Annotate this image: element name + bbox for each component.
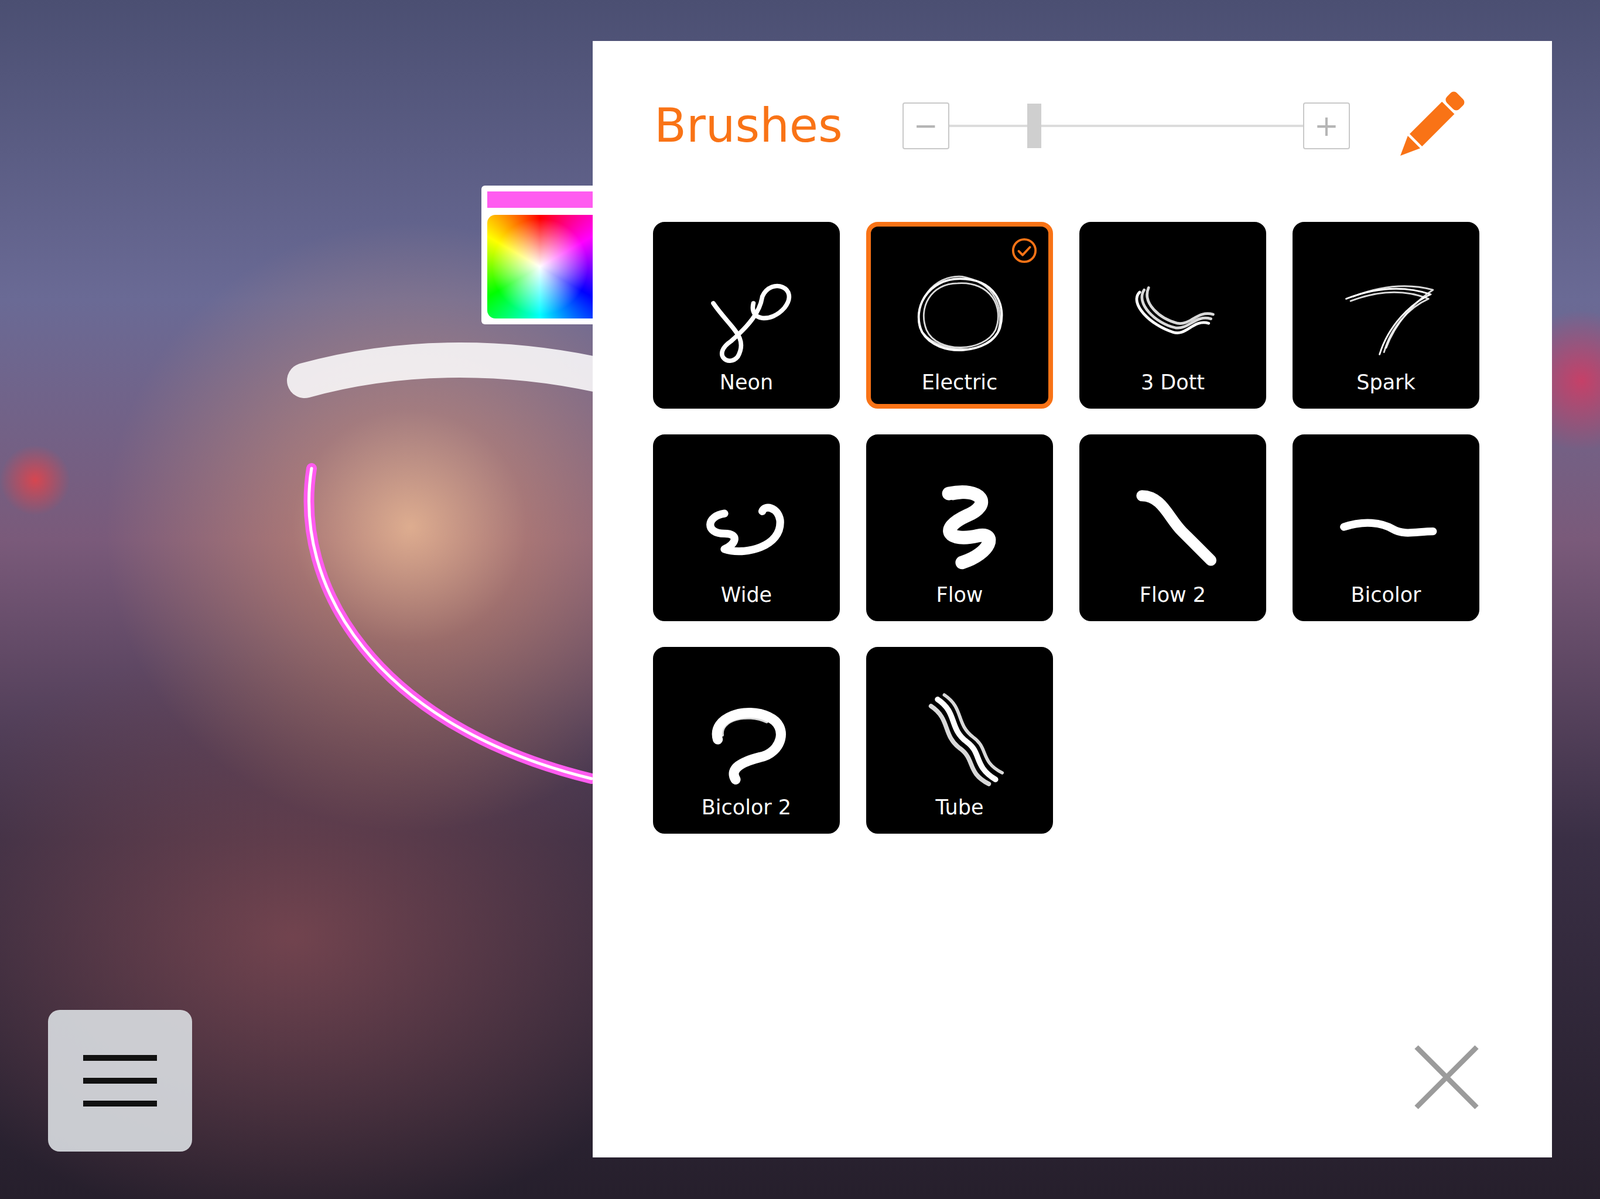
brush-tile[interactable]: Bicolor 2 [653,647,840,834]
brush-label: Neon [719,370,774,396]
track-line [949,124,1304,128]
brush-preview-icon [1324,471,1448,583]
brushes-panel: Brushes−+NeonElectric3 DottSparkWideFlow… [592,40,1552,1158]
brush-tile[interactable]: Bicolor [1292,434,1480,622]
brush-preview-icon [898,471,1022,583]
current-color [487,191,593,208]
panel-header: Brushes−+ [653,81,1479,170]
brush-label: Flow [936,582,984,609]
brush-preview-icon [1111,471,1235,583]
brush-preview-icon [1111,258,1235,371]
screen: Brushes−+NeonElectric3 DottSparkWideFlow… [0,0,1600,1199]
increase-button[interactable]: + [1303,102,1350,150]
brush-preview-icon [898,684,1022,796]
brush-label: Bicolor [1351,582,1422,609]
brush-label: Tube [935,795,984,822]
slider-thumb[interactable] [1027,103,1042,149]
brush-label: Flow 2 [1139,582,1206,609]
menu-button[interactable] [48,1010,193,1152]
brush-grid: Neon Electric 3 Dott Spark Wide Flow Flow 2 Bic… [653,221,1479,834]
brush-tile[interactable]: Flow 2 [1079,434,1267,622]
brush-tile[interactable]: 3 Dott [1079,221,1267,409]
pencil-button[interactable] [1386,81,1475,170]
brush-label: Bicolor 2 [701,795,792,822]
brush-label: Electric [921,370,998,396]
brush-tile[interactable]: Electric [866,221,1054,409]
brush-preview-icon [898,258,1022,371]
hamburger-icon [83,1053,157,1110]
color-picker[interactable] [481,185,593,325]
brush-tile[interactable]: Neon [653,221,840,409]
brush-tile[interactable]: Wide [653,434,840,622]
brush-preview-icon [685,471,809,583]
close-icon [1414,1045,1479,1110]
brush-label: Wide [720,582,772,609]
brush-preview-icon [685,258,809,371]
brush-label: 3 Dott [1140,370,1205,396]
panel-title: Brushes [654,100,903,152]
brush-preview-icon [1324,258,1448,371]
close-button[interactable] [1414,1045,1479,1110]
drawn-strokes [0,0,645,879]
brush-tile[interactable]: Spark [1292,221,1480,409]
slider-track[interactable] [949,102,1304,150]
pencil-icon [1386,81,1475,170]
brush-tile[interactable]: Flow [866,434,1054,622]
brush-label: Spark [1356,370,1416,396]
brush-tile[interactable]: Tube [866,647,1054,834]
panel-footer [653,1045,1479,1110]
brush-preview-icon [685,684,809,796]
check-icon [1010,237,1038,265]
size-slider: −+ [902,102,1350,150]
decrease-button[interactable]: − [902,102,950,150]
color-wheel[interactable] [487,214,593,319]
